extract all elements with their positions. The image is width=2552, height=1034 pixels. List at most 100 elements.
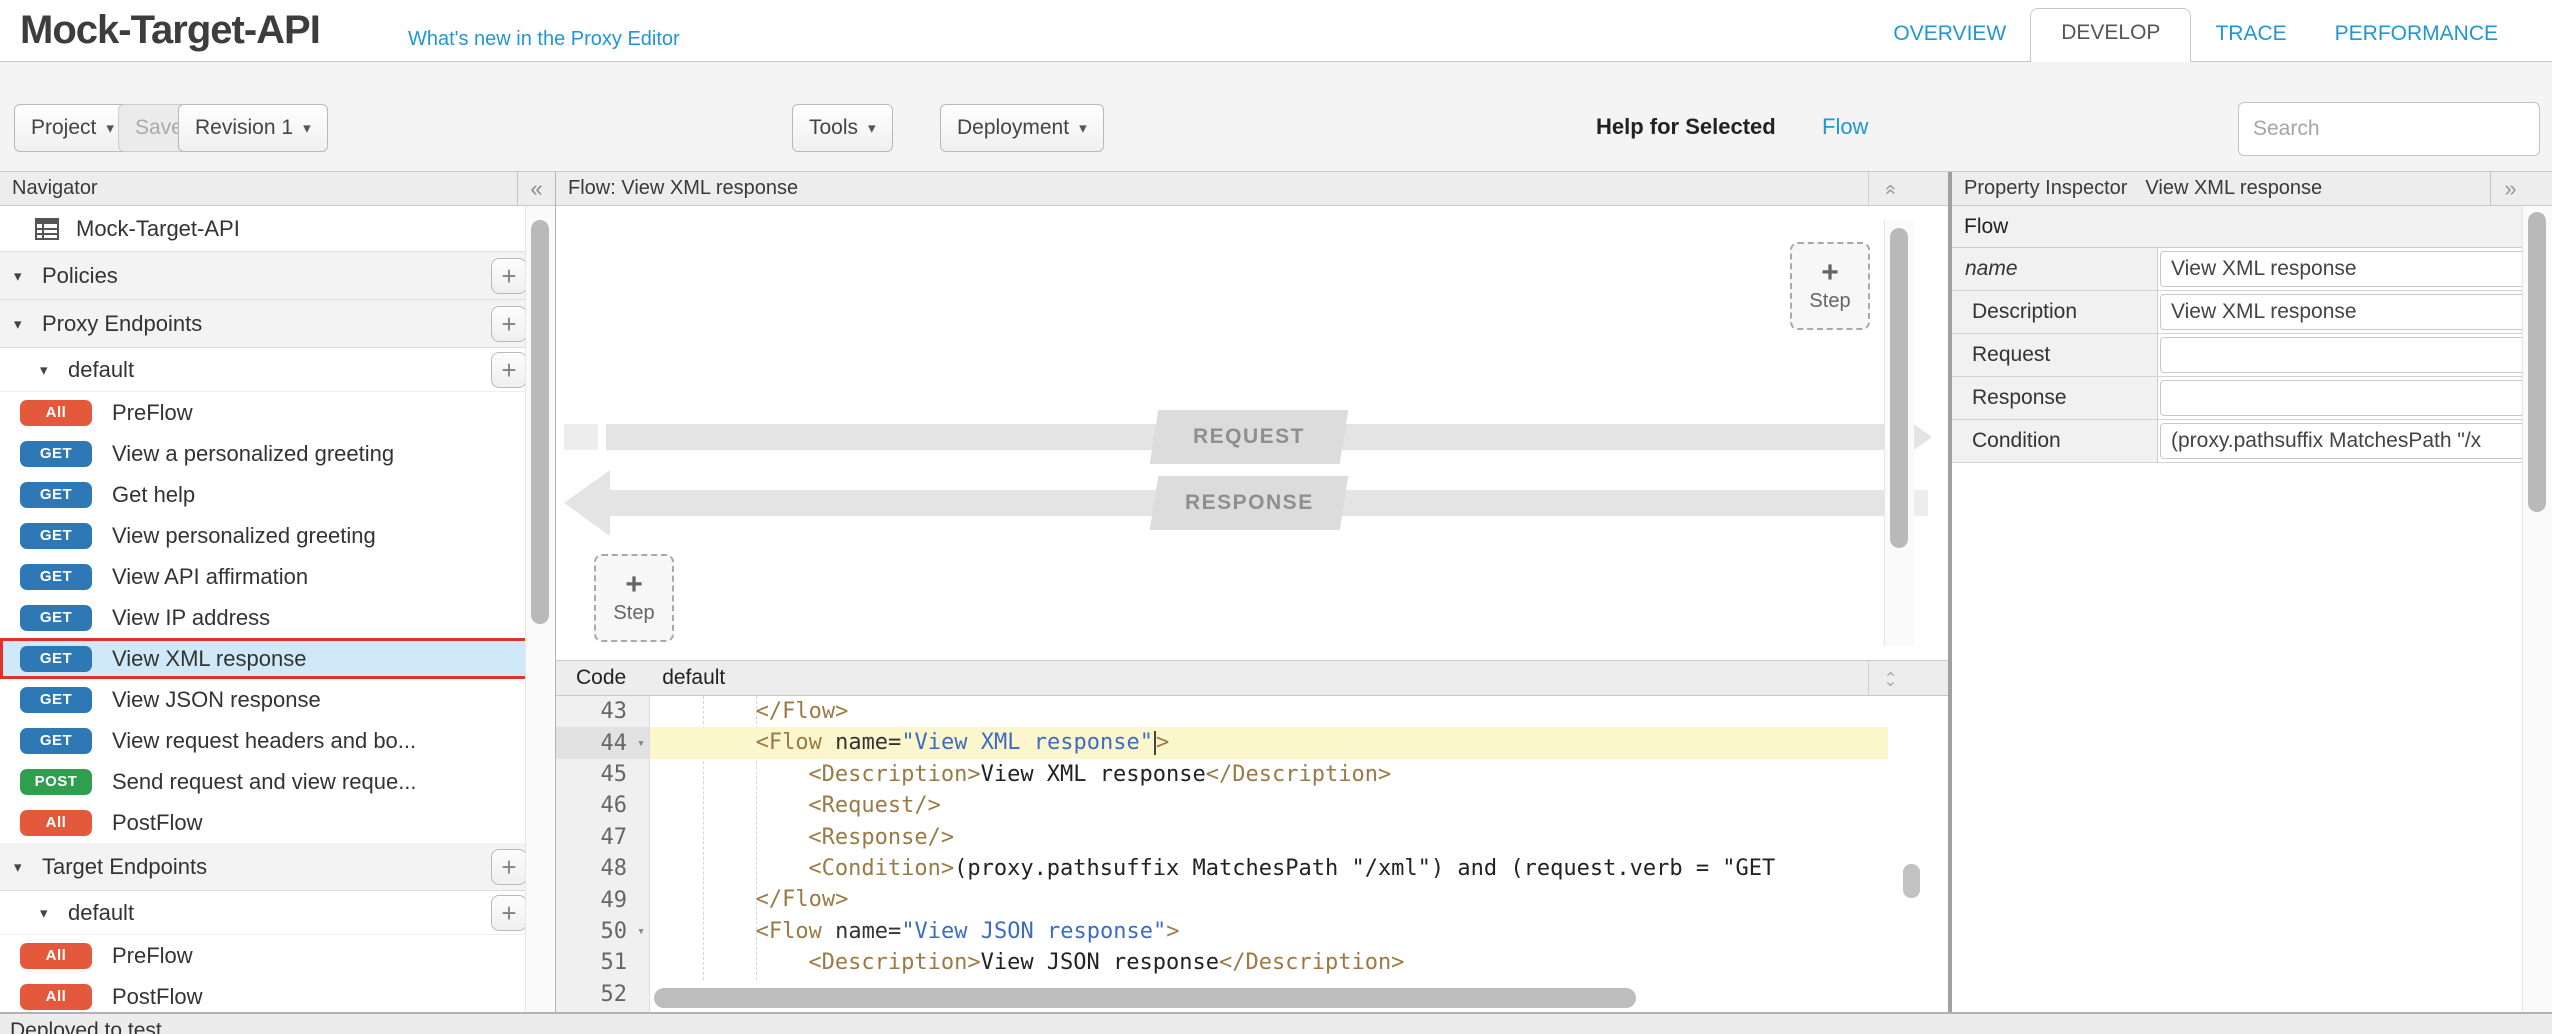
flow-item-label: View XML response [112, 646, 306, 672]
scrollbar-thumb[interactable] [2528, 212, 2546, 512]
collapse-flow-panel-icon[interactable]: « [1868, 172, 1912, 206]
fold-arrow-icon[interactable]: ▾ [637, 736, 645, 751]
add-default-button[interactable]: + [491, 352, 527, 388]
revision-menu-button[interactable]: Revision 1 ▾ [178, 104, 328, 152]
flow-item-view-xml-response[interactable]: GETView XML response [0, 638, 555, 679]
code-line-51[interactable]: <Description>View JSON response</Descrip… [650, 947, 1888, 978]
plus-icon: + [625, 572, 643, 598]
section-target-endpoints[interactable]: ▾Target Endpoints+ [0, 843, 555, 891]
flow-panel-header: Flow: View XML response « [556, 172, 1948, 206]
line-number-50: 50▾ [556, 916, 649, 947]
flow-item-get-help[interactable]: GETGet help [0, 474, 555, 515]
line-number-text: 49 [601, 888, 628, 913]
code-line-47[interactable]: <Response/> [650, 822, 1888, 853]
method-badge-get: GET [20, 441, 92, 467]
flow-item-postflow[interactable]: AllPostFlow [0, 802, 555, 843]
resize-code-panel-icon[interactable]: ‹ ‹ [1868, 661, 1912, 697]
tools-menu-button[interactable]: Tools ▾ [792, 104, 893, 152]
tab-overview[interactable]: OVERVIEW [1869, 22, 2030, 62]
disclosure-triangle-icon[interactable]: ▾ [14, 858, 34, 876]
navigator-scrollbar[interactable] [525, 206, 555, 1012]
expand-inspector-icon[interactable]: » [2490, 172, 2530, 206]
flow-item-view-api-affirmation[interactable]: GETView API affirmation [0, 556, 555, 597]
add-target-endpoints-button[interactable]: + [491, 849, 527, 885]
whats-new-link[interactable]: What's new in the Proxy Editor [408, 28, 680, 51]
flow-item-view-json-response[interactable]: GETView JSON response [0, 679, 555, 720]
group-default[interactable]: ▾default+ [0, 348, 555, 392]
property-row-description: DescriptionView XML response [1952, 291, 2552, 334]
flow-item-view-request-headers-and-bo[interactable]: GETView request headers and bo... [0, 720, 555, 761]
property-value-response[interactable] [2160, 380, 2528, 416]
flow-item-preflow[interactable]: AllPreFlow [0, 935, 555, 976]
property-value-description[interactable]: View XML response [2160, 294, 2528, 330]
flow-item-label: Send request and view reque... [112, 769, 417, 795]
flow-item-send-request-and-view-reque[interactable]: POST Send request and view reque... [0, 761, 555, 802]
disclosure-triangle-icon[interactable]: ▾ [40, 361, 60, 379]
code-line-49[interactable]: </Flow> [650, 884, 1888, 915]
property-inspector-panel: Property Inspector View XML response » F… [1950, 172, 2552, 1012]
search-input[interactable] [2238, 102, 2540, 156]
project-menu-button[interactable]: Project ▾ [14, 104, 131, 152]
tab-performance[interactable]: PERFORMANCE [2311, 22, 2522, 62]
disclosure-triangle-icon[interactable]: ▾ [14, 267, 34, 285]
disclosure-triangle-icon[interactable]: ▾ [40, 904, 60, 922]
code-tab-default[interactable]: default [662, 666, 725, 690]
code-lines: </Flow><Flow name="View XML response"><D… [650, 696, 1888, 1010]
code-content[interactable]: </Flow><Flow name="View XML response"><D… [650, 696, 1948, 1012]
line-number-text: 43 [601, 699, 628, 724]
add-default-button[interactable]: + [491, 895, 527, 931]
property-value-condition[interactable]: (proxy.pathsuffix MatchesPath "/x [2160, 423, 2528, 459]
method-badge-all: All [20, 810, 92, 836]
add-policies-button[interactable]: + [491, 258, 527, 294]
status-bar: Deployed to test [0, 1012, 2552, 1034]
code-line-43[interactable]: </Flow> [650, 696, 1888, 727]
code-token: <Condition> [808, 856, 954, 881]
property-value-request[interactable] [2160, 337, 2528, 373]
section-proxy-endpoints[interactable]: ▾Proxy Endpoints+ [0, 300, 555, 348]
project-menu-label: Project [31, 116, 96, 140]
code-line-44[interactable]: <Flow name="View XML response"> [650, 727, 1888, 758]
fold-arrow-icon[interactable]: ▾ [637, 924, 645, 939]
app-header: Mock-Target-API What's new in the Proxy … [0, 0, 2552, 62]
flow-panel-title: Flow: View XML response [568, 177, 798, 200]
flow-item-view-ip-address[interactable]: GET View IP address [0, 597, 555, 638]
navigator-title: Navigator [12, 177, 98, 200]
navigator-header: Navigator « [0, 172, 555, 206]
help-flow-link[interactable]: Flow [1822, 114, 1868, 140]
method-badge-post: POST [20, 769, 92, 795]
code-token: <Flow [756, 730, 822, 755]
add-proxy-endpoints-button[interactable]: + [491, 306, 527, 342]
code-vertical-scrollbar[interactable] [1903, 864, 1920, 898]
code-token: name= [822, 919, 901, 944]
tab-develop[interactable]: DEVELOP [2030, 8, 2191, 62]
group-default[interactable]: ▾default+ [0, 891, 555, 935]
flow-item-label: View IP address [112, 605, 270, 631]
add-step-button-response[interactable]: + Step [594, 554, 674, 642]
scrollbar-thumb[interactable] [1890, 228, 1908, 548]
deployment-menu-button[interactable]: Deployment ▾ [940, 104, 1104, 152]
arrow-left-icon [564, 470, 610, 536]
disclosure-triangle-icon[interactable]: ▾ [14, 315, 34, 333]
section-policies[interactable]: ▾Policies+ [0, 252, 555, 300]
method-badge-get: GET [20, 605, 92, 631]
property-value-name[interactable]: View XML response [2160, 251, 2528, 287]
flow-item-preflow[interactable]: AllPreFlow [0, 392, 555, 433]
flow-item-postflow[interactable]: AllPostFlow [0, 976, 555, 1012]
flow-item-view-personalized-greeting[interactable]: GETView personalized greeting [0, 515, 555, 556]
collapse-navigator-icon[interactable]: « [517, 172, 555, 206]
inspector-scrollbar[interactable] [2522, 206, 2552, 1012]
code-line-45[interactable]: <Description>View XML response</Descript… [650, 759, 1888, 790]
code-line-48[interactable]: <Condition>(proxy.pathsuffix MatchesPath… [650, 853, 1888, 884]
scrollbar-thumb[interactable] [531, 220, 549, 624]
add-step-button-request[interactable]: + Step [1790, 242, 1870, 330]
code-horizontal-scrollbar[interactable] [654, 988, 1636, 1008]
flow-scrollbar[interactable] [1884, 220, 1914, 646]
flow-item-label: View API affirmation [112, 564, 308, 590]
property-row-response: Response [1952, 377, 2552, 420]
code-line-50[interactable]: <Flow name="View JSON response"> [650, 916, 1888, 947]
code-line-46[interactable]: <Request/> [650, 790, 1888, 821]
nav-item-mock-target-api[interactable]: Mock-Target-API [0, 206, 555, 252]
code-editor[interactable]: 4344▾454647484950▾5152 </Flow><Flow name… [556, 696, 1948, 1012]
tab-trace[interactable]: TRACE [2191, 22, 2310, 62]
flow-item-view-a-personalized-greeting[interactable]: GETView a personalized greeting [0, 433, 555, 474]
